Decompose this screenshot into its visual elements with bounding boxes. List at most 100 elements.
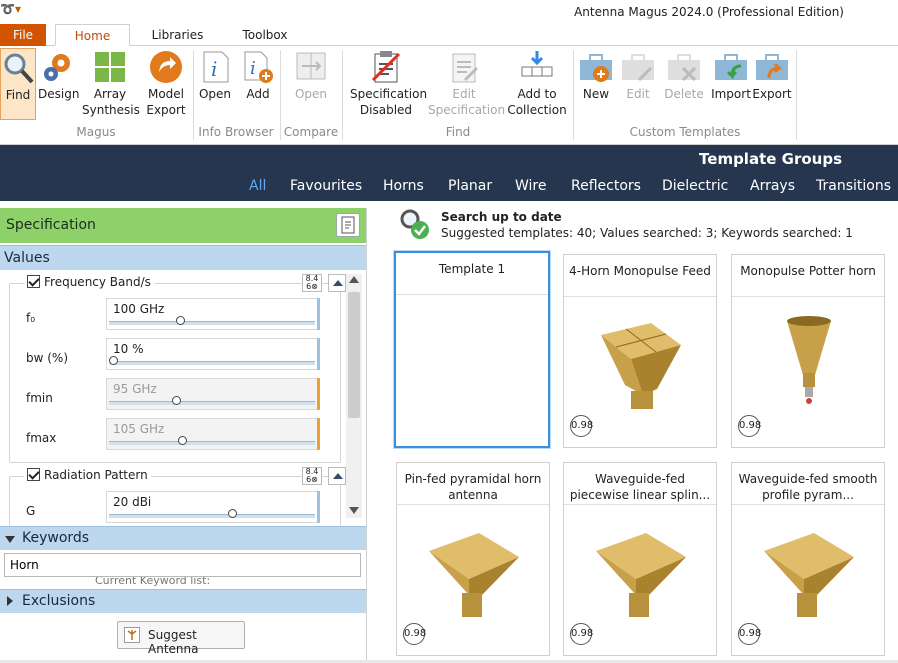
horn-antenna-image <box>759 523 859 623</box>
param-slider-track[interactable] <box>109 321 315 325</box>
svg-text:i: i <box>250 58 256 79</box>
gain-field[interactable]: 20 dBi <box>106 491 320 523</box>
collapse-up-icon[interactable] <box>328 467 346 485</box>
delete-template-button[interactable]: Delete <box>664 48 704 120</box>
template-card[interactable]: Waveguide-fed piecewise linear splin... 0… <box>563 462 717 656</box>
clear-values-icon[interactable]: 8.4 6⊗ <box>302 274 322 292</box>
export-template-button[interactable]: Export <box>752 48 792 120</box>
template-card[interactable]: Monopulse Potter horn 0.98 <box>731 254 885 448</box>
param-label: fmax <box>26 431 57 445</box>
delete-template-icon <box>667 50 701 84</box>
param-label: f₀ <box>26 311 36 325</box>
tab-libraries[interactable]: Libraries <box>140 24 215 46</box>
radiation-pattern-header[interactable]: Radiation Pattern <box>24 468 151 482</box>
import-template-button[interactable]: Import <box>711 48 751 120</box>
group-tab-wire[interactable]: Wire <box>515 178 547 194</box>
info-add-button[interactable]: i Add <box>240 48 276 120</box>
group-magus: Magus <box>76 125 116 139</box>
param-slider-thumb[interactable] <box>109 356 118 365</box>
tab-home[interactable]: Home <box>55 24 130 46</box>
group-compare: Compare <box>283 125 339 139</box>
param-slider-track[interactable] <box>109 401 315 405</box>
param-slider-track[interactable] <box>109 441 315 445</box>
compare-open-button[interactable]: Open <box>290 48 332 120</box>
quick-access-icon[interactable]: ➰▾ <box>0 2 21 16</box>
param-slider-track[interactable] <box>109 361 315 365</box>
group-tab-transitions[interactable]: Transitions <box>816 178 891 194</box>
tab-file[interactable]: File <box>0 24 46 46</box>
template-card[interactable]: Waveguide-fed smooth profile pyram... 0.9… <box>731 462 885 656</box>
keywords-header[interactable]: Keywords <box>0 526 366 550</box>
fmax-field[interactable]: 105 GHz <box>106 418 320 450</box>
group-custom-templates: Custom Templates <box>629 125 741 139</box>
model-export-button[interactable]: Model Export <box>142 48 190 120</box>
export-arrow-icon <box>149 50 183 84</box>
import-template-icon <box>714 50 748 84</box>
info-open-button[interactable]: i Open <box>197 48 233 120</box>
param-slider-thumb[interactable] <box>227 509 237 518</box>
match-score-badge: 0.98 <box>738 415 761 437</box>
template-card[interactable]: Template 1 <box>394 251 550 448</box>
radiation-pattern-checkbox[interactable] <box>27 468 40 481</box>
param-value: 10 % <box>113 342 144 356</box>
array-synthesis-button[interactable]: Array Synthesis <box>82 48 140 120</box>
keyword-input[interactable] <box>4 553 361 577</box>
edit-template-button[interactable]: Edit <box>620 48 656 120</box>
values-scrollbar[interactable] <box>346 274 362 518</box>
horn-antenna-image <box>424 523 524 623</box>
svg-text:i: i <box>211 57 217 81</box>
specification-disabled-icon <box>369 50 403 84</box>
design-button[interactable]: Design <box>38 48 79 120</box>
edit-specification-button[interactable]: Edit Specification <box>428 48 505 120</box>
template-card-title: Template 1 <box>396 253 548 295</box>
document-icon <box>337 216 359 239</box>
param-status-bar <box>317 418 320 450</box>
bw-field[interactable]: 10 % <box>106 338 320 370</box>
fmin-field[interactable]: 95 GHz <box>106 378 320 410</box>
info-add-icon: i <box>241 50 275 84</box>
exclusions-title: Exclusions <box>22 593 96 609</box>
template-card[interactable]: 4-Horn Monopulse Feed 0.98 <box>563 254 717 448</box>
scroll-up-icon[interactable] <box>349 276 359 283</box>
param-slider-track[interactable] <box>109 514 315 518</box>
specification-panel: Specification Values Frequency Band/s 8.… <box>0 208 367 663</box>
param-status-bar <box>317 298 320 330</box>
ribbon-separator <box>280 50 281 140</box>
exclusions-header[interactable]: Exclusions <box>0 589 366 613</box>
group-tab-planar[interactable]: Planar <box>448 178 492 194</box>
radiation-pattern-group: Radiation Pattern 8.4 6⊗ G 20 dBi <box>9 467 346 526</box>
param-row: fmin 95 GHz <box>10 378 340 416</box>
specification-title: Specification <box>6 217 96 233</box>
scroll-thumb[interactable] <box>348 292 360 418</box>
add-to-collection-button[interactable]: Add to Collection <box>507 48 567 120</box>
match-score-badge: 0.98 <box>403 623 426 645</box>
param-value: 105 GHz <box>113 422 165 436</box>
f0-field[interactable]: 100 GHz <box>106 298 320 330</box>
group-tab-all[interactable]: All <box>249 178 266 194</box>
new-template-button[interactable]: New <box>578 48 614 120</box>
keywords-title: Keywords <box>22 530 90 546</box>
search-status-icon <box>398 207 432 241</box>
group-tab-horns[interactable]: Horns <box>383 178 424 194</box>
tab-toolbox[interactable]: Toolbox <box>226 24 304 46</box>
frequency-band-header[interactable]: Frequency Band/s <box>24 275 154 289</box>
specification-disabled-button[interactable]: Specification Disabled <box>350 48 427 120</box>
compare-icon <box>294 50 328 84</box>
suggest-antenna-button[interactable]: Suggest Antenna <box>117 621 245 656</box>
template-card-title: Waveguide-fed smooth profile pyram... <box>732 463 884 505</box>
frequency-band-checkbox[interactable] <box>27 275 40 288</box>
template-card[interactable]: Pin-fed pyramidal horn antenna 0.98 <box>396 462 550 656</box>
group-tab-arrays[interactable]: Arrays <box>750 178 795 194</box>
param-status-bar <box>317 491 320 523</box>
clear-values-icon[interactable]: 8.4 6⊗ <box>302 467 322 485</box>
group-tab-reflectors[interactable]: Reflectors <box>571 178 641 194</box>
find-button[interactable]: Find <box>0 48 36 120</box>
group-tab-favourites[interactable]: Favourites <box>290 178 362 194</box>
scroll-down-icon[interactable] <box>349 507 359 514</box>
collapse-up-icon[interactable] <box>328 274 346 292</box>
specification-options-button[interactable] <box>336 213 360 237</box>
frequency-band-label: Frequency Band/s <box>44 275 151 289</box>
group-tab-dielectric[interactable]: Dielectric <box>662 178 728 194</box>
param-row: fmax 105 GHz <box>10 418 340 456</box>
edit-template-icon <box>621 50 655 84</box>
